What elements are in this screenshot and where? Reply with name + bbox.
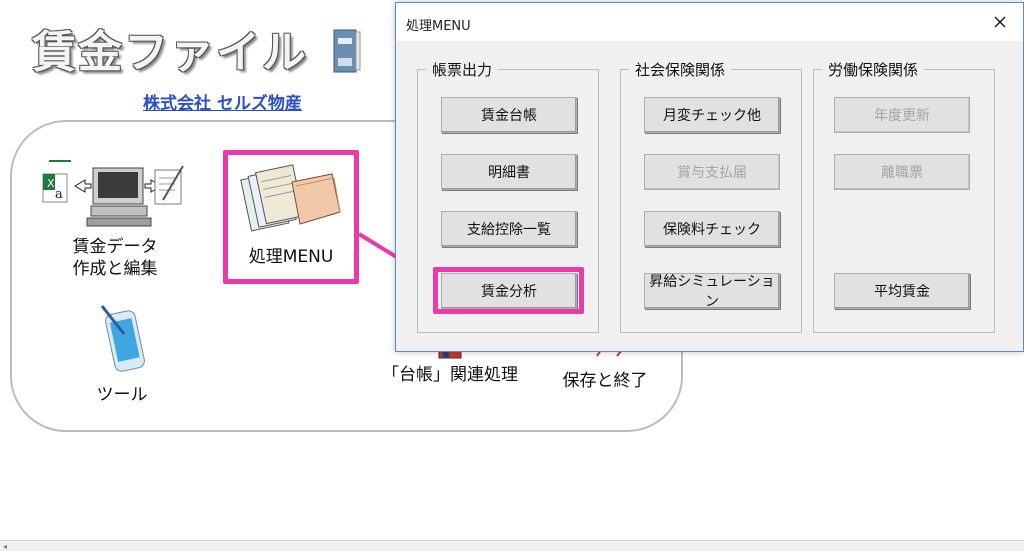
menu-item-label: 作成と編集 <box>72 259 158 279</box>
average-wage-button[interactable]: 平均賃金 <box>834 273 970 309</box>
dialog-titlebar: 処理MENU <box>396 3 1023 41</box>
payment-deduction-list-button[interactable]: 支給控除一覧 <box>441 211 577 247</box>
menu-item-label: 保存と終了 <box>562 371 648 391</box>
separation-slip-button: 離職票 <box>834 154 970 190</box>
dialog-title: 処理MENU <box>406 19 471 34</box>
menu-item-label: 賃金データ <box>72 237 158 257</box>
menu-item-processing-menu[interactable]: 処理MENU <box>230 160 352 268</box>
company-link[interactable]: 株式会社 セルズ物産 <box>143 89 302 114</box>
wage-analysis-button[interactable]: 賃金分析 <box>441 273 577 309</box>
wage-ledger-button[interactable]: 賃金台帳 <box>441 97 577 133</box>
pay-slip-button[interactable]: 明細書 <box>441 154 577 190</box>
bonus-payment-report-button: 賞与支払届 <box>644 154 780 190</box>
close-button[interactable] <box>977 3 1023 41</box>
menu-item-data-edit[interactable]: X a 賃金データ 作成と編集 <box>40 160 190 280</box>
monthly-change-check-button[interactable]: 月変チェック他 <box>644 97 780 133</box>
svg-text:a: a <box>55 187 63 202</box>
group-forms-output: 帳票出力 賃金台帳 明細書 支給控除一覧 賃金分析 <box>417 59 599 333</box>
tablet-icon <box>100 305 145 372</box>
premium-check-button[interactable]: 保険料チェック <box>644 211 780 247</box>
group-social-insurance: 社会保険関係 月変チェック他 賞与支払届 保険料チェック 昇給シミュレーション <box>620 59 802 333</box>
documents-stack-icon <box>240 164 341 232</box>
menu-item-tools[interactable]: ツール <box>72 304 172 406</box>
group-labor-insurance: 労働保険関係 年度更新 離職票 平均賃金 <box>813 59 995 333</box>
annual-renewal-button: 年度更新 <box>834 97 970 133</box>
svg-text:X: X <box>47 177 55 190</box>
computer-data-icon: X a <box>42 160 184 227</box>
group-label: 帳票出力 <box>426 59 499 80</box>
close-icon <box>994 16 1006 28</box>
group-label: 労働保険関係 <box>822 59 925 80</box>
menu-item-label: ツール <box>96 385 148 405</box>
menu-item-label: 「台帳」関連処理 <box>382 365 518 385</box>
scroll-left-arrow-icon[interactable]: ◂ <box>3 542 7 551</box>
menu-item-label: 処理MENU <box>248 247 334 267</box>
app-title: 賃金ファイル <box>32 27 308 78</box>
raise-simulation-button[interactable]: 昇給シミュレーション <box>644 273 780 310</box>
horizontal-scrollbar[interactable]: ◂ <box>0 540 1024 551</box>
group-label: 社会保険関係 <box>629 59 732 80</box>
processing-menu-dialog: 処理MENU 帳票出力 賃金台帳 明細書 支給控除一覧 賃金分析 社会保険関係 … <box>395 2 1024 352</box>
binder-icon <box>333 29 361 73</box>
